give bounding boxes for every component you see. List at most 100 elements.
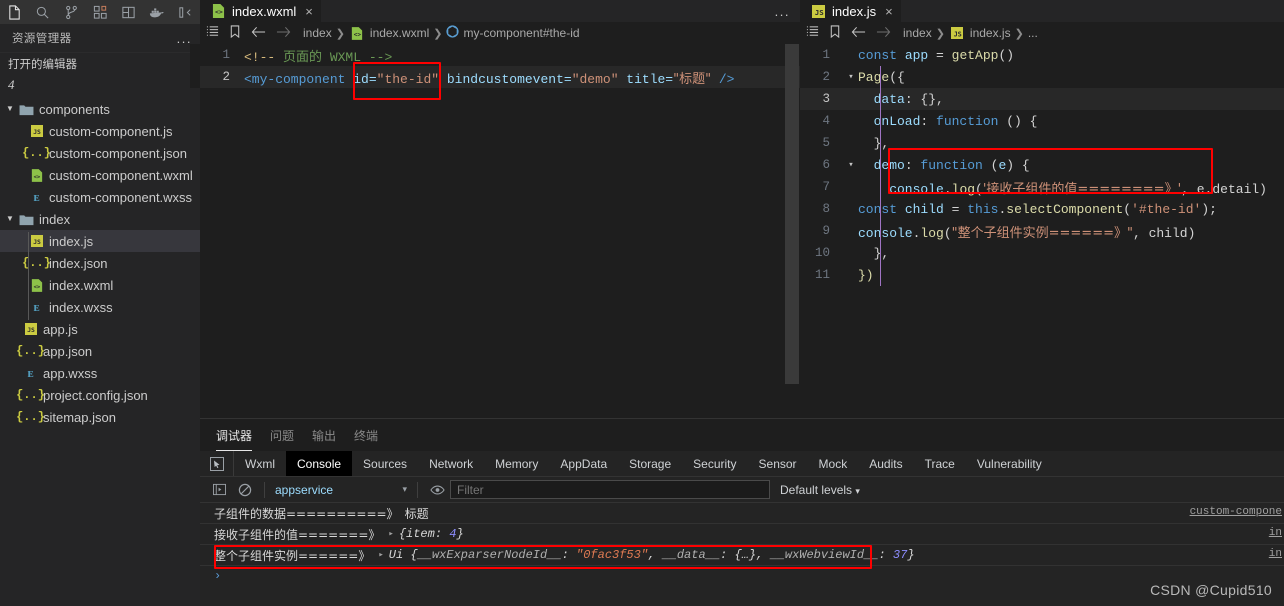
tree-item-custom-component-json[interactable]: {..} custom-component.json	[0, 142, 200, 164]
code-editor-js[interactable]: 1 const app = getApp() 2 ▾ Page({ 3 data…	[800, 44, 1284, 286]
panel-tab-2[interactable]: 输出	[312, 419, 336, 451]
tree-item-sitemap-json[interactable]: {..} sitemap.json	[0, 406, 200, 428]
svg-text:JS: JS	[33, 129, 41, 136]
tree-item-index-json[interactable]: {..} index.json	[0, 252, 200, 274]
panel-tab-1[interactable]: 问题	[270, 419, 294, 451]
close-icon[interactable]: ×	[885, 4, 893, 19]
expand-triangle-icon[interactable]: ▸	[378, 550, 383, 560]
expand-triangle-icon[interactable]: ▸	[388, 529, 393, 539]
obj-console: console	[858, 181, 944, 197]
log-levels-dropdown[interactable]: Default levels ▾	[780, 483, 860, 497]
tree-item-custom-component-wxml[interactable]: <> custom-component.wxml	[0, 164, 200, 186]
tab-index-js[interactable]: JS index.js ×	[800, 0, 901, 22]
bookmark-icon[interactable]	[829, 25, 841, 41]
devtools-tab-mock[interactable]: Mock	[808, 451, 859, 476]
devtools-tab-audits[interactable]: Audits	[858, 451, 913, 476]
sidebar-header: 资源管理器 ...	[0, 24, 200, 52]
tree-item-index-wxss[interactable]: ᴇ index.wxss	[0, 296, 200, 318]
bookmark-icon[interactable]	[229, 25, 241, 41]
tree-item-app-wxss[interactable]: ᴇ app.wxss	[0, 362, 200, 384]
log-object: Ui {__wxExparserNodeId__: "0fac3f53", __…	[388, 548, 915, 562]
outline-icon[interactable]	[806, 25, 819, 41]
panel-tab-0[interactable]: 调试器	[216, 419, 253, 451]
breadcrumb-item-1[interactable]: <> index.wxml	[349, 25, 429, 41]
extensions-icon[interactable]	[86, 0, 115, 24]
svg-text:<>: <>	[215, 8, 223, 16]
log-source-link[interactable]: in	[1269, 548, 1282, 560]
console-output: 子组件的数据==========》 标题 custom-compone 接收子组…	[200, 503, 1284, 606]
tree-item-project-config-json[interactable]: {..} project.config.json	[0, 384, 200, 406]
tab-more-actions[interactable]: ...	[775, 0, 800, 22]
tree-item-index[interactable]: ▼ index	[0, 208, 200, 230]
devtools-tab-storage[interactable]: Storage	[618, 451, 682, 476]
console-row[interactable]: 子组件的数据==========》 标题 custom-compone	[200, 503, 1284, 524]
fold-toggle[interactable]: ▾	[844, 72, 858, 82]
forward-arrow-icon[interactable]	[876, 26, 891, 41]
dot: .	[943, 181, 952, 197]
fold-toggle[interactable]: ▾	[844, 160, 858, 170]
devtools-tab-vulnerability[interactable]: Vulnerability	[966, 451, 1053, 476]
explorer-icon[interactable]	[0, 0, 29, 24]
close-icon[interactable]: ×	[305, 4, 313, 19]
tree-item-components[interactable]: ▼ components	[0, 98, 200, 120]
paren-open: (	[975, 181, 983, 197]
code-editor-wxml[interactable]: 1 <!-- 页面的 WXML --> 2 <my-component id="…	[190, 44, 800, 100]
tree-item-custom-component-wxss[interactable]: ᴇ custom-component.wxss	[0, 186, 200, 208]
kw-const: const	[858, 201, 898, 217]
remote-icon[interactable]	[171, 0, 200, 24]
back-arrow-icon[interactable]	[251, 26, 266, 41]
tree-item-app-js[interactable]: JS app.js	[0, 318, 200, 340]
inspect-element-icon[interactable]	[200, 451, 234, 476]
tag-open: <my-component	[244, 71, 346, 87]
devtools-tab-trace[interactable]: Trace	[914, 451, 966, 476]
editor-left-scrollbar[interactable]	[785, 44, 799, 384]
breadcrumb-item-2[interactable]: ...	[1028, 26, 1038, 40]
filter-input[interactable]	[450, 480, 770, 499]
devtools-tab-sources[interactable]: Sources	[352, 451, 418, 476]
tree-item-app-json[interactable]: {..} app.json	[0, 340, 200, 362]
panel-tab-3[interactable]: 终端	[354, 419, 378, 451]
chevron-down-icon[interactable]: ▼	[2, 208, 18, 230]
breadcrumb-item-0[interactable]: index	[303, 26, 332, 40]
devtools-tab-wxml[interactable]: Wxml	[234, 451, 286, 476]
js-icon: JS	[28, 123, 45, 139]
console-row[interactable]: 接收子组件的值=======》 ▸ {item: 4} in	[200, 524, 1284, 545]
devtools-tab-appdata[interactable]: AppData	[549, 451, 618, 476]
tab-index-wxml[interactable]: <> index.wxml ×	[200, 0, 321, 22]
line-number: 10	[814, 246, 830, 260]
breadcrumb-item-0[interactable]: index	[903, 26, 932, 40]
devtools-tab-console[interactable]: Console	[286, 451, 353, 476]
tree-item-label: components	[39, 101, 110, 117]
forward-arrow-icon[interactable]	[276, 26, 291, 41]
editor-group-js: JS index.js × index ❯ JS index.js ❯ ... …	[800, 0, 1284, 418]
outline-icon[interactable]	[206, 25, 219, 41]
devtools-tab-sensor[interactable]: Sensor	[748, 451, 808, 476]
breadcrumb-item-2[interactable]: my-component#the-id	[446, 25, 580, 41]
source-control-icon[interactable]	[57, 0, 86, 24]
open-editors-section[interactable]: 打开的编辑器	[0, 52, 200, 74]
console-sidebar-icon[interactable]	[206, 477, 232, 503]
context-selector[interactable]: appservice ▾	[271, 480, 411, 500]
rest: () {	[998, 113, 1038, 129]
layout-icon[interactable]	[114, 0, 143, 24]
console-row[interactable]: 整个子组件实例======》 ▸ Ui {__wxExparserNodeId_…	[200, 545, 1284, 566]
attr-id-value: "the-id"	[376, 71, 440, 87]
clear-console-icon[interactable]	[232, 477, 258, 503]
devtools-tab-network[interactable]: Network	[418, 451, 484, 476]
prop-demo: demo	[858, 157, 905, 173]
eye-icon[interactable]	[424, 477, 450, 503]
log-source-link[interactable]: in	[1269, 527, 1282, 539]
tree-item-index-wxml[interactable]: <> index.wxml	[0, 274, 200, 296]
wxss-icon: ᴇ	[27, 365, 34, 380]
log-source-link[interactable]: custom-compone	[1190, 506, 1282, 518]
console-prompt[interactable]: ›	[200, 566, 1284, 586]
search-icon[interactable]	[29, 0, 58, 24]
devtools-tab-memory[interactable]: Memory	[484, 451, 549, 476]
docker-icon[interactable]	[143, 0, 172, 24]
breadcrumb-item-1[interactable]: JS index.js	[949, 25, 1011, 41]
tree-item-index-js[interactable]: JS index.js	[0, 230, 200, 252]
tree-item-custom-component-js[interactable]: JS custom-component.js	[0, 120, 200, 142]
back-arrow-icon[interactable]	[851, 26, 866, 41]
chevron-down-icon[interactable]: ▼	[2, 98, 18, 120]
devtools-tab-security[interactable]: Security	[682, 451, 747, 476]
